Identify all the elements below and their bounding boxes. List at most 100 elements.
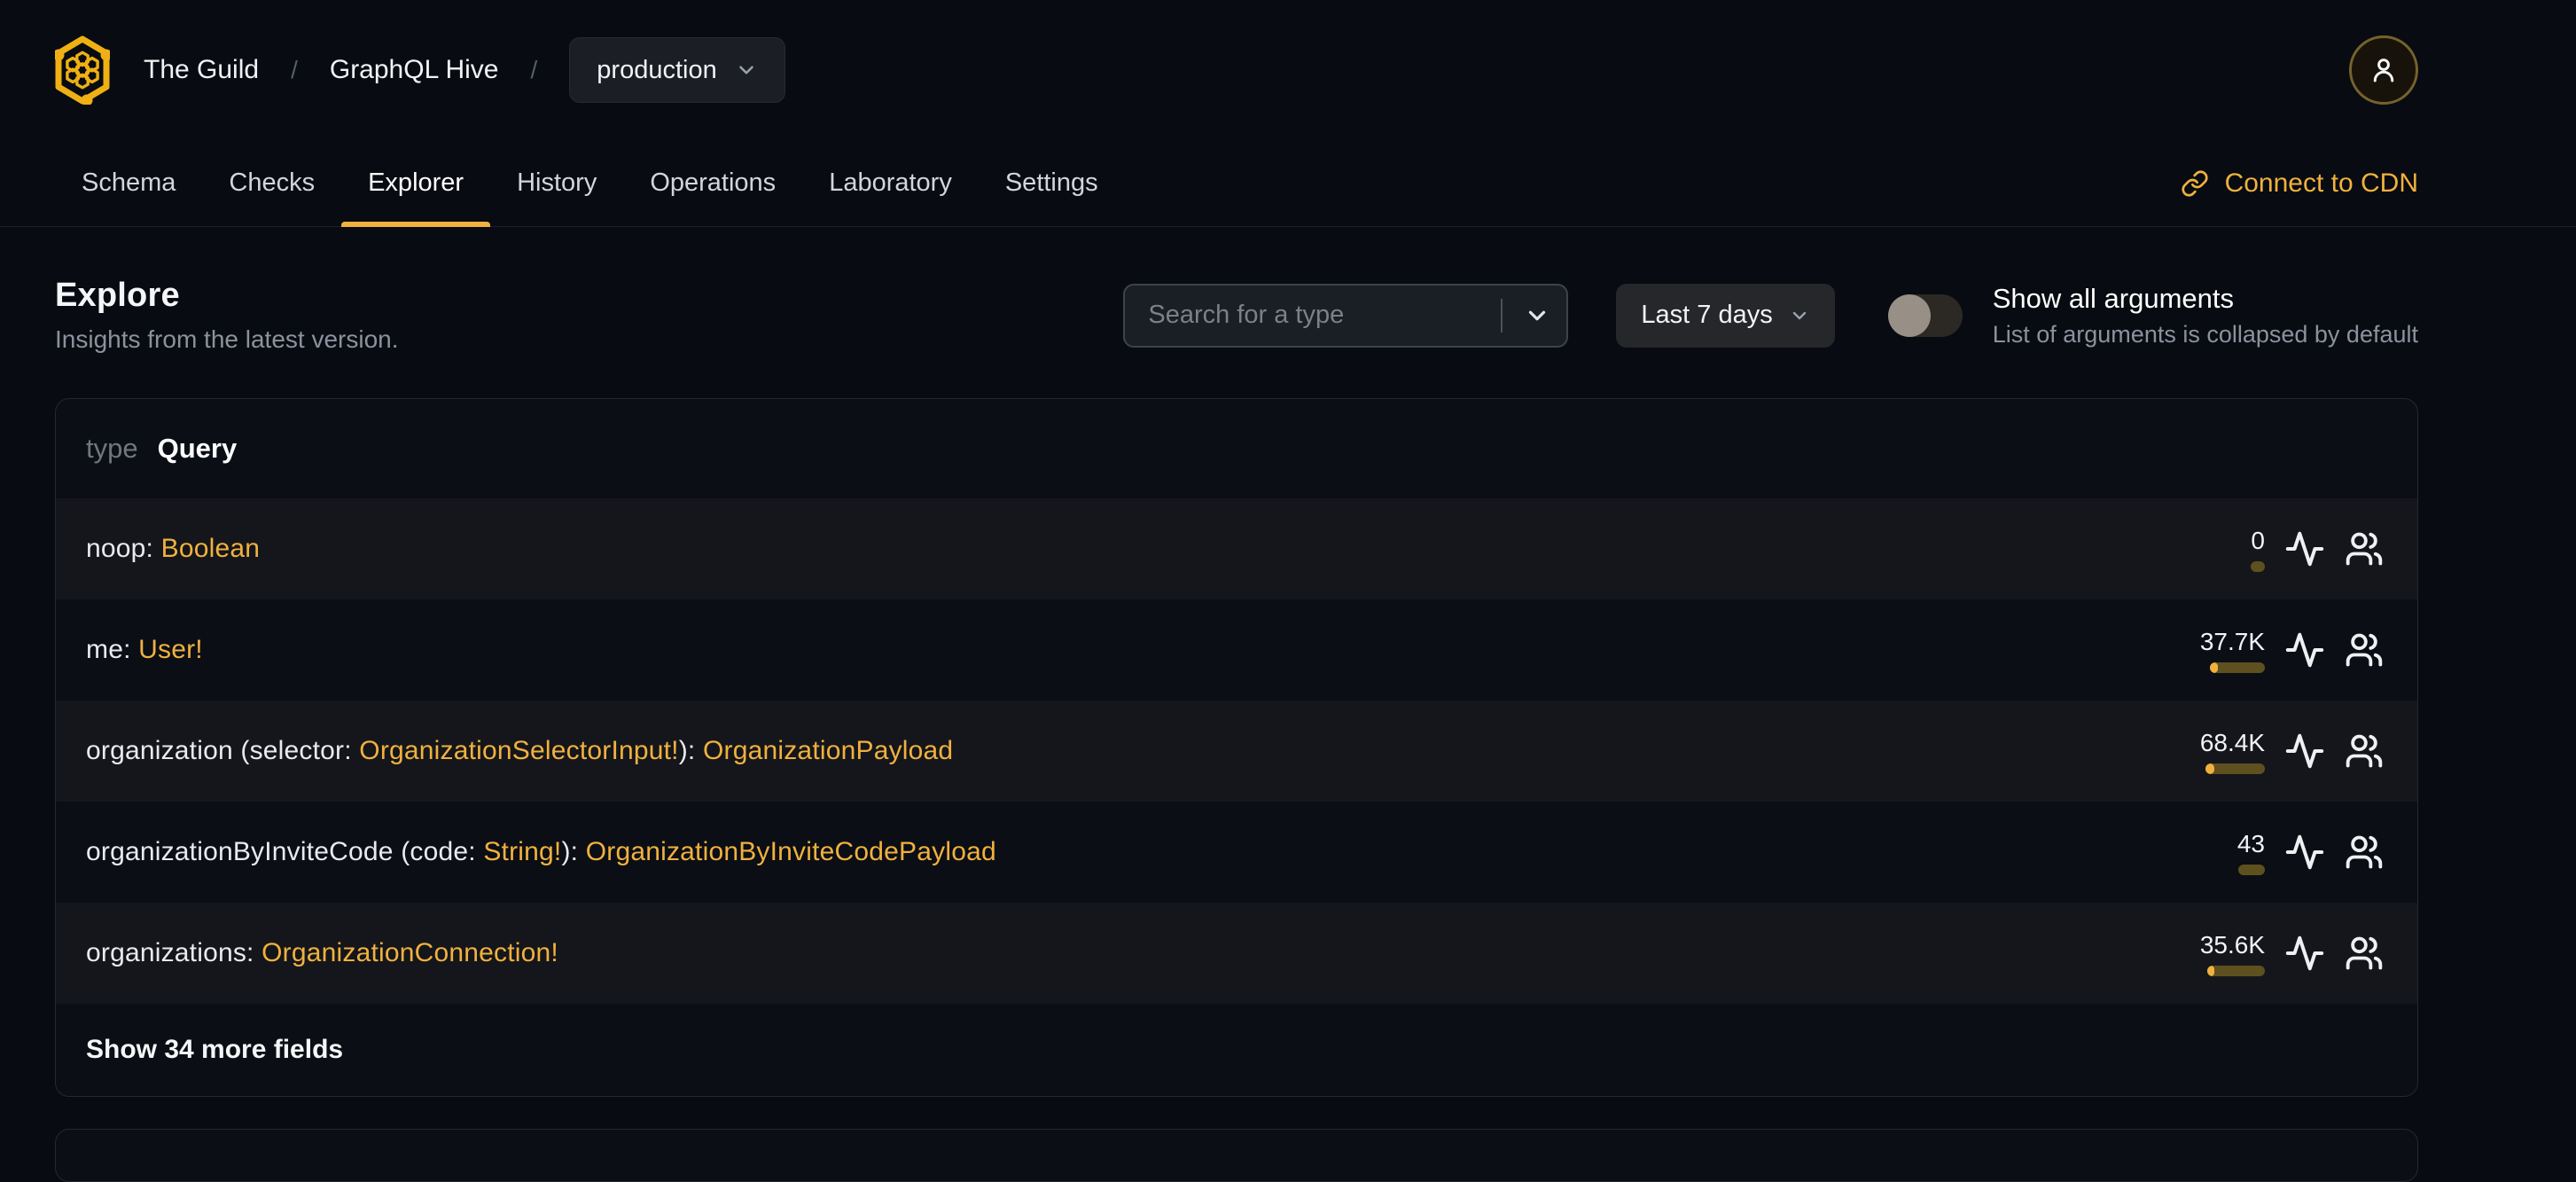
request-count: 68.4K: [2199, 728, 2265, 756]
user-icon: [2373, 59, 2394, 82]
arguments-toggle-block: Show all arguments List of arguments is …: [1887, 283, 2418, 348]
field-row: organizations: OrganizationConnection! 35…: [56, 903, 2417, 1004]
page-title-block: Explore Insights from the latest version…: [55, 277, 399, 354]
activity-icon[interactable]: [2284, 933, 2325, 974]
hive-logo[interactable]: [55, 35, 110, 105]
toggle-labels: Show all arguments List of arguments is …: [1993, 283, 2418, 348]
type-name: Query: [157, 433, 238, 464]
usage-count-block: 68.4K: [2167, 729, 2265, 774]
field-signature: organization (selector: OrganizationSele…: [86, 736, 2167, 766]
type-card-header: type Query: [56, 399, 2417, 498]
field-text: organizations:: [86, 938, 262, 967]
field-text: me:: [86, 635, 139, 664]
type-link[interactable]: User!: [138, 635, 203, 664]
user-avatar[interactable]: [2349, 35, 2418, 105]
target-selector-button[interactable]: production: [569, 37, 785, 103]
page-subtitle: Insights from the latest version.: [55, 325, 399, 353]
toggle-knob: [1887, 294, 1931, 337]
field-stats: 43: [2167, 830, 2384, 875]
usage-bar: [2207, 965, 2265, 976]
field-text: ):: [678, 736, 703, 765]
type-link[interactable]: OrganizationConnection!: [262, 938, 558, 967]
usage-bar: [2251, 560, 2265, 572]
breadcrumb-project[interactable]: GraphQL Hive: [330, 55, 499, 85]
usage-count-block: 37.7K: [2167, 628, 2265, 673]
users-icon[interactable]: [2345, 934, 2384, 973]
field-list: noop: Boolean 0 me: User! 37.7K organizati…: [56, 498, 2417, 1004]
type-card-query: type Query noop: Boolean 0 me: User! 37.7K…: [55, 398, 2418, 1097]
type-link[interactable]: Boolean: [161, 534, 261, 563]
field-stats: 0: [2167, 527, 2384, 572]
connect-to-cdn-link[interactable]: Connect to CDN: [2181, 168, 2418, 199]
show-all-arguments-toggle[interactable]: [1887, 294, 1963, 337]
field-row: noop: Boolean 0: [56, 498, 2417, 599]
users-icon[interactable]: [2345, 732, 2384, 771]
usage-count-block: 35.6K: [2167, 931, 2265, 976]
filter-controls: Last 7 days Show all arguments List of a…: [1123, 283, 2418, 348]
tab-operations[interactable]: Operations: [623, 140, 802, 226]
tab-checks[interactable]: Checks: [202, 140, 341, 226]
field-row: me: User! 37.7K: [56, 599, 2417, 701]
tab-explorer[interactable]: Explorer: [341, 140, 491, 227]
users-icon[interactable]: [2345, 630, 2384, 669]
field-text: organizationByInviteCode (code:: [86, 837, 484, 866]
field-stats: 68.4K: [2167, 729, 2384, 774]
breadcrumb-separator: /: [291, 56, 298, 83]
tab-settings[interactable]: Settings: [979, 140, 1125, 226]
activity-icon[interactable]: [2284, 528, 2325, 569]
usage-bar-fill: [2210, 661, 2218, 673]
usage-bar-fill: [2207, 965, 2214, 976]
usage-bar: [2210, 661, 2265, 673]
breadcrumb: The Guild / GraphQL Hive /: [144, 55, 537, 85]
usage-count-block: 0: [2167, 527, 2265, 572]
field-text: ):: [561, 837, 586, 866]
field-stats: 37.7K: [2167, 628, 2384, 673]
field-text: organization (selector:: [86, 736, 360, 765]
type-search-box: [1123, 283, 1569, 348]
type-link[interactable]: String!: [483, 837, 561, 866]
field-signature: me: User!: [86, 635, 2167, 665]
brand-row: The Guild / GraphQL Hive / production: [55, 0, 2418, 140]
search-dropdown-button[interactable]: [1524, 284, 1550, 348]
users-icon[interactable]: [2345, 529, 2384, 568]
type-link[interactable]: OrganizationPayload: [703, 736, 953, 765]
link-icon: [2182, 169, 2208, 197]
field-row: organizationByInviteCode (code: String!)…: [56, 802, 2417, 903]
usage-bar-fill: [2205, 763, 2214, 774]
usage-count-block: 43: [2167, 830, 2265, 875]
chevron-down-icon: [1789, 305, 1810, 326]
request-count: 37.7K: [2199, 627, 2265, 655]
tab-row: Schema Checks Explorer History Operations Lab…: [55, 140, 2418, 227]
request-count: 43: [2236, 829, 2265, 857]
main-content: Explore Insights from the latest version…: [0, 277, 2576, 1182]
breadcrumb-org[interactable]: The Guild: [144, 55, 259, 85]
tab-bar: Schema Checks Explorer History Operations Lab…: [55, 140, 1125, 227]
activity-icon[interactable]: [2284, 731, 2325, 771]
breadcrumb-separator: /: [530, 56, 538, 83]
field-signature: organizationByInviteCode (code: String!)…: [86, 837, 2167, 867]
users-icon[interactable]: [2345, 833, 2384, 872]
tab-schema[interactable]: Schema: [55, 140, 202, 226]
toggle-description: List of arguments is collapsed by defaul…: [1992, 320, 2418, 348]
field-row: organization (selector: OrganizationSele…: [56, 701, 2417, 802]
search-divider: [1501, 298, 1503, 333]
target-selector-value: production: [597, 55, 717, 84]
show-more-fields-button[interactable]: Show 34 more fields: [56, 1004, 2417, 1096]
cdn-link-label: Connect to CDN: [2224, 168, 2418, 198]
page-head: Explore Insights from the latest version…: [55, 277, 2418, 354]
tab-laboratory[interactable]: Laboratory: [802, 140, 979, 226]
activity-icon[interactable]: [2284, 832, 2325, 873]
toggle-label: Show all arguments: [1992, 282, 2234, 314]
period-selector-button[interactable]: Last 7 days: [1616, 283, 1835, 348]
type-link[interactable]: OrganizationSelectorInput!: [359, 736, 678, 765]
period-label: Last 7 days: [1641, 301, 1773, 329]
type-link[interactable]: OrganizationByInviteCodePayload: [586, 837, 996, 866]
top-header: The Guild / GraphQL Hive / production Sc…: [0, 0, 2576, 227]
type-kind-label: type: [86, 433, 138, 464]
tab-history[interactable]: History: [490, 140, 623, 226]
next-type-card: [55, 1129, 2418, 1182]
activity-icon[interactable]: [2284, 630, 2325, 670]
field-signature: organizations: OrganizationConnection!: [86, 938, 2167, 968]
usage-bar: [2238, 864, 2265, 875]
chevron-down-icon: [1529, 310, 1546, 320]
